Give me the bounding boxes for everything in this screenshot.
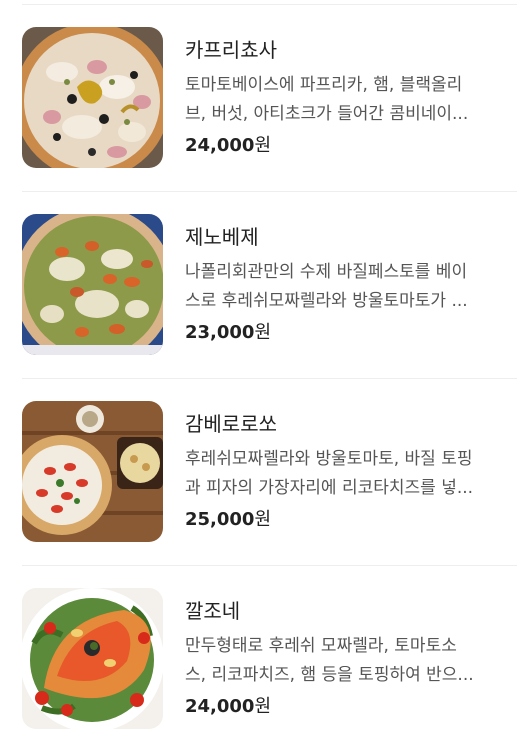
menu-item-calzone[interactable]: 깔조네 만두형태로 후레쉬 모짜렐라, 토마토소 스, 리코파치즈, 햄 등을 …: [0, 566, 531, 753]
menu-item-genovese[interactable]: 제노베제 나폴리회관만의 수제 바질페스토를 베이 스로 후레쉬모짜렐라와 방울…: [0, 192, 531, 379]
price-unit: 원: [254, 322, 272, 343]
description-line: 토마토베이스에 파프리카, 햄, 블랙올리: [185, 75, 463, 95]
description-line: 만두형태로 후레쉬 모짜렐라, 토마토소: [185, 636, 457, 656]
menu-item-name: 제노베제: [185, 225, 259, 249]
price-unit: 원: [254, 509, 272, 530]
menu-item-capricciosa[interactable]: 카프리쵸사 토마토베이스에 파프리카, 햄, 블랙올리 브, 버섯, 아티초크가…: [0, 5, 531, 192]
pizza-genovese-photo: [22, 214, 163, 355]
menu-item-description: 후레쉬모짜렐라와 방울토마토, 바질 토핑 과 피자의 가장자리에 리코타치즈를…: [185, 445, 515, 503]
menu-item-gamberorosso[interactable]: 감베로로쏘 후레쉬모짜렐라와 방울토마토, 바질 토핑 과 피자의 가장자리에 …: [0, 379, 531, 566]
price-amount: 25,000: [185, 509, 255, 530]
menu-item-description: 만두형태로 후레쉬 모짜렐라, 토마토소 스, 리코파치즈, 햄 등을 토핑하여…: [185, 632, 515, 690]
price-unit: 원: [254, 696, 272, 717]
description-line: 나폴리회관만의 수제 바질페스토를 베이: [185, 262, 468, 282]
price-amount: 23,000: [185, 322, 255, 343]
menu-item-price: 24,000원: [185, 696, 271, 718]
menu-item-name: 깔조네: [185, 599, 241, 623]
menu-item-price: 25,000원: [185, 509, 271, 531]
description-line: 스로 후레쉬모짜렐라와 방울토마토가 ...: [185, 291, 468, 311]
price-amount: 24,000: [185, 135, 255, 156]
price-amount: 24,000: [185, 696, 255, 717]
menu-item-name: 카프리쵸사: [185, 38, 277, 62]
calzone-photo: [22, 588, 163, 729]
menu-item-price: 24,000원: [185, 135, 271, 157]
description-line: 후레쉬모짜렐라와 방울토마토, 바질 토핑: [185, 449, 473, 469]
menu-item-description: 나폴리회관만의 수제 바질페스토를 베이 스로 후레쉬모짜렐라와 방울토마토가 …: [185, 258, 515, 316]
description-line: 스, 리코파치즈, 햄 등을 토핑하여 반으...: [185, 665, 474, 685]
pizza-gamberorosso-photo: [22, 401, 163, 542]
menu-item-price: 23,000원: [185, 322, 271, 344]
price-unit: 원: [254, 135, 272, 156]
description-line: 과 피자의 가장자리에 리코타치즈를 넣...: [185, 478, 474, 498]
pizza-capricciosa-photo: [22, 27, 163, 168]
menu-item-description: 토마토베이스에 파프리카, 햄, 블랙올리 브, 버섯, 아티초크가 들어간 콤…: [185, 71, 515, 129]
menu-item-name: 감베로로쏘: [185, 412, 277, 436]
menu-list: 카프리쵸사 토마토베이스에 파프리카, 햄, 블랙올리 브, 버섯, 아티초크가…: [0, 0, 531, 747]
description-line: 브, 버섯, 아티초크가 들어간 콤비네이...: [185, 104, 469, 124]
